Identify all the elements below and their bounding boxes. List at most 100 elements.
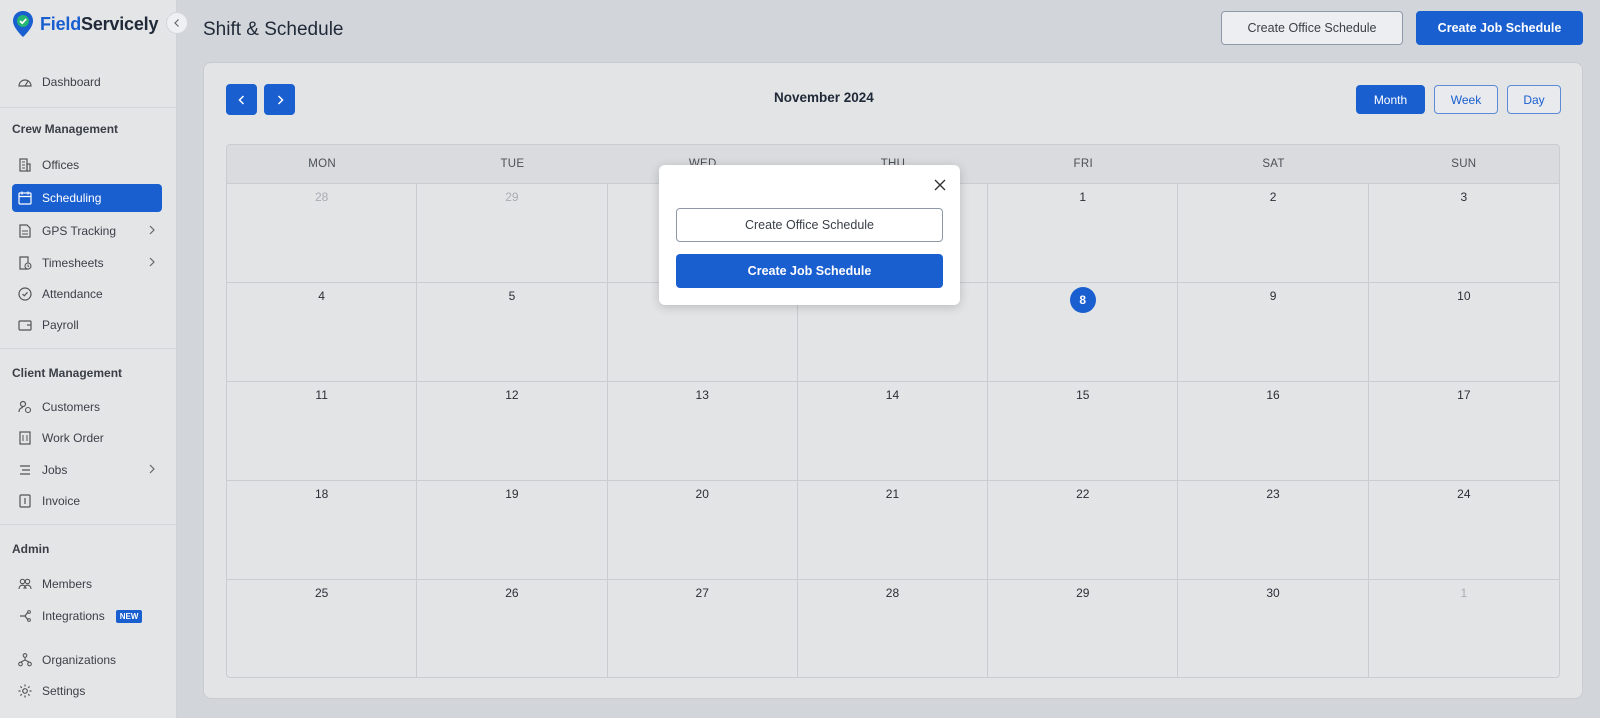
chevron-right-icon bbox=[277, 94, 284, 105]
day-cell[interactable]: 2 bbox=[1178, 184, 1369, 283]
sidebar-item-dashboard[interactable]: Dashboard bbox=[12, 68, 162, 96]
day-number: 1 bbox=[1460, 586, 1468, 600]
day-number: 28 bbox=[885, 586, 900, 600]
sidebar-item-payroll[interactable]: Payroll bbox=[12, 311, 162, 339]
day-number: 15 bbox=[1076, 388, 1090, 402]
day-number: 25 bbox=[314, 586, 329, 600]
timesheet-icon bbox=[19, 256, 32, 270]
day-cell[interactable]: 19 bbox=[417, 481, 608, 580]
work-order-icon bbox=[19, 431, 31, 445]
day-number: 29 bbox=[1076, 586, 1090, 600]
section-admin: Admin bbox=[12, 542, 50, 556]
document-icon bbox=[19, 224, 31, 238]
day-cell[interactable]: 1 bbox=[988, 184, 1179, 283]
popup-create-job-schedule-button[interactable]: Create Job Schedule bbox=[676, 254, 943, 288]
day-cell[interactable]: 29 bbox=[988, 580, 1179, 677]
month-label: November 2024 bbox=[774, 90, 874, 105]
calendar-icon bbox=[18, 191, 32, 205]
chevron-right-icon bbox=[149, 257, 155, 267]
sidebar-item-settings[interactable]: Settings bbox=[12, 677, 162, 705]
day-cell[interactable]: 24 bbox=[1369, 481, 1559, 580]
divider bbox=[0, 348, 177, 349]
day-cell[interactable]: 23 bbox=[1178, 481, 1369, 580]
sidebar-item-work-order[interactable]: Work Order bbox=[12, 424, 162, 452]
day-cell[interactable]: 27 bbox=[608, 580, 798, 677]
close-icon[interactable] bbox=[932, 177, 948, 193]
calendar-week-row: 11 12 13 14 15 16 17 bbox=[227, 382, 1559, 481]
day-number: 29 bbox=[505, 190, 519, 204]
invoice-icon bbox=[19, 494, 31, 508]
day-number: 2 bbox=[1269, 190, 1277, 204]
building-icon bbox=[19, 158, 31, 172]
today-marker: 8 bbox=[1069, 287, 1096, 313]
day-cell[interactable]: 14 bbox=[798, 382, 989, 481]
sidebar-item-members[interactable]: Members bbox=[12, 570, 162, 598]
previous-month-button[interactable] bbox=[226, 84, 257, 115]
day-number: 5 bbox=[508, 289, 516, 303]
day-cell[interactable]: 21 bbox=[798, 481, 989, 580]
day-cell[interactable]: 3 bbox=[1369, 184, 1559, 283]
day-cell[interactable]: 12 bbox=[417, 382, 608, 481]
chevron-right-icon bbox=[149, 464, 155, 474]
day-cell-today[interactable]: 8 bbox=[988, 283, 1179, 382]
day-cell[interactable]: 5 bbox=[417, 283, 608, 382]
brand[interactable]: FieldServicely bbox=[12, 10, 158, 38]
day-number: 9 bbox=[1269, 289, 1277, 303]
section-crew-management: Crew Management bbox=[12, 122, 119, 136]
day-cell[interactable]: 26 bbox=[417, 580, 608, 677]
day-cell[interactable]: 28 bbox=[798, 580, 989, 677]
sidebar-item-attendance[interactable]: Attendance bbox=[12, 280, 162, 308]
day-number: 27 bbox=[695, 586, 709, 600]
day-number: 1 bbox=[1079, 190, 1087, 204]
day-number: 21 bbox=[885, 487, 900, 501]
members-icon bbox=[18, 578, 32, 590]
day-cell[interactable]: 30 bbox=[1178, 580, 1369, 677]
calendar-week-row: 18 19 20 21 22 23 24 bbox=[227, 481, 1559, 580]
day-cell[interactable]: 28 bbox=[227, 184, 418, 283]
logo-pin-icon bbox=[13, 11, 33, 37]
day-cell[interactable]: 29 bbox=[417, 184, 608, 283]
day-cell[interactable]: 11 bbox=[227, 382, 418, 481]
sidebar-item-integrations[interactable]: Integrations NEW bbox=[12, 602, 162, 630]
sidebar-item-offices[interactable]: Offices bbox=[12, 151, 162, 179]
divider bbox=[0, 524, 177, 525]
sidebar-item-organizations[interactable]: Organizations bbox=[12, 646, 162, 674]
view-month-button[interactable]: Month bbox=[1356, 85, 1425, 114]
create-office-schedule-button[interactable]: Create Office Schedule bbox=[1221, 11, 1403, 45]
divider bbox=[0, 107, 177, 108]
view-week-button[interactable]: Week bbox=[1434, 85, 1498, 114]
new-badge: NEW bbox=[115, 609, 143, 623]
day-cell[interactable]: 13 bbox=[608, 382, 798, 481]
organization-tree-icon bbox=[18, 653, 32, 667]
day-cell[interactable]: 18 bbox=[227, 481, 418, 580]
day-cell[interactable]: 20 bbox=[608, 481, 798, 580]
weekday-label: SAT bbox=[1262, 158, 1285, 170]
customers-icon bbox=[18, 400, 32, 414]
sidebar-item-jobs[interactable]: Jobs bbox=[12, 456, 162, 484]
sidebar-item-gps-tracking[interactable]: GPS Tracking bbox=[12, 217, 162, 245]
sidebar-item-invoice[interactable]: Invoice bbox=[12, 487, 162, 515]
next-month-button[interactable] bbox=[264, 84, 295, 115]
collapse-sidebar-button[interactable] bbox=[166, 12, 188, 34]
day-cell[interactable]: 16 bbox=[1178, 382, 1369, 481]
day-number: 19 bbox=[505, 487, 519, 501]
sidebar-item-scheduling[interactable]: Scheduling bbox=[12, 184, 162, 212]
day-number: 4 bbox=[318, 289, 325, 303]
day-cell[interactable]: 25 bbox=[227, 580, 418, 677]
day-cell[interactable]: 15 bbox=[988, 382, 1179, 481]
day-cell[interactable]: 1 bbox=[1369, 580, 1559, 677]
day-cell[interactable]: 10 bbox=[1369, 283, 1559, 382]
day-number: 16 bbox=[1266, 388, 1280, 402]
sidebar-item-customers[interactable]: Customers bbox=[12, 393, 162, 421]
day-cell[interactable]: 4 bbox=[227, 283, 418, 382]
day-cell[interactable]: 17 bbox=[1369, 382, 1559, 481]
day-number: 24 bbox=[1457, 487, 1471, 501]
day-cell[interactable]: 9 bbox=[1178, 283, 1369, 382]
weekday-label: MON bbox=[308, 158, 336, 170]
page-title: Shift & Schedule bbox=[203, 19, 344, 40]
popup-create-office-schedule-button[interactable]: Create Office Schedule bbox=[676, 208, 943, 242]
day-cell[interactable]: 22 bbox=[988, 481, 1179, 580]
create-job-schedule-button[interactable]: Create Job Schedule bbox=[1416, 11, 1583, 45]
sidebar-item-timesheets[interactable]: Timesheets bbox=[12, 249, 162, 277]
view-day-button[interactable]: Day bbox=[1507, 85, 1561, 114]
